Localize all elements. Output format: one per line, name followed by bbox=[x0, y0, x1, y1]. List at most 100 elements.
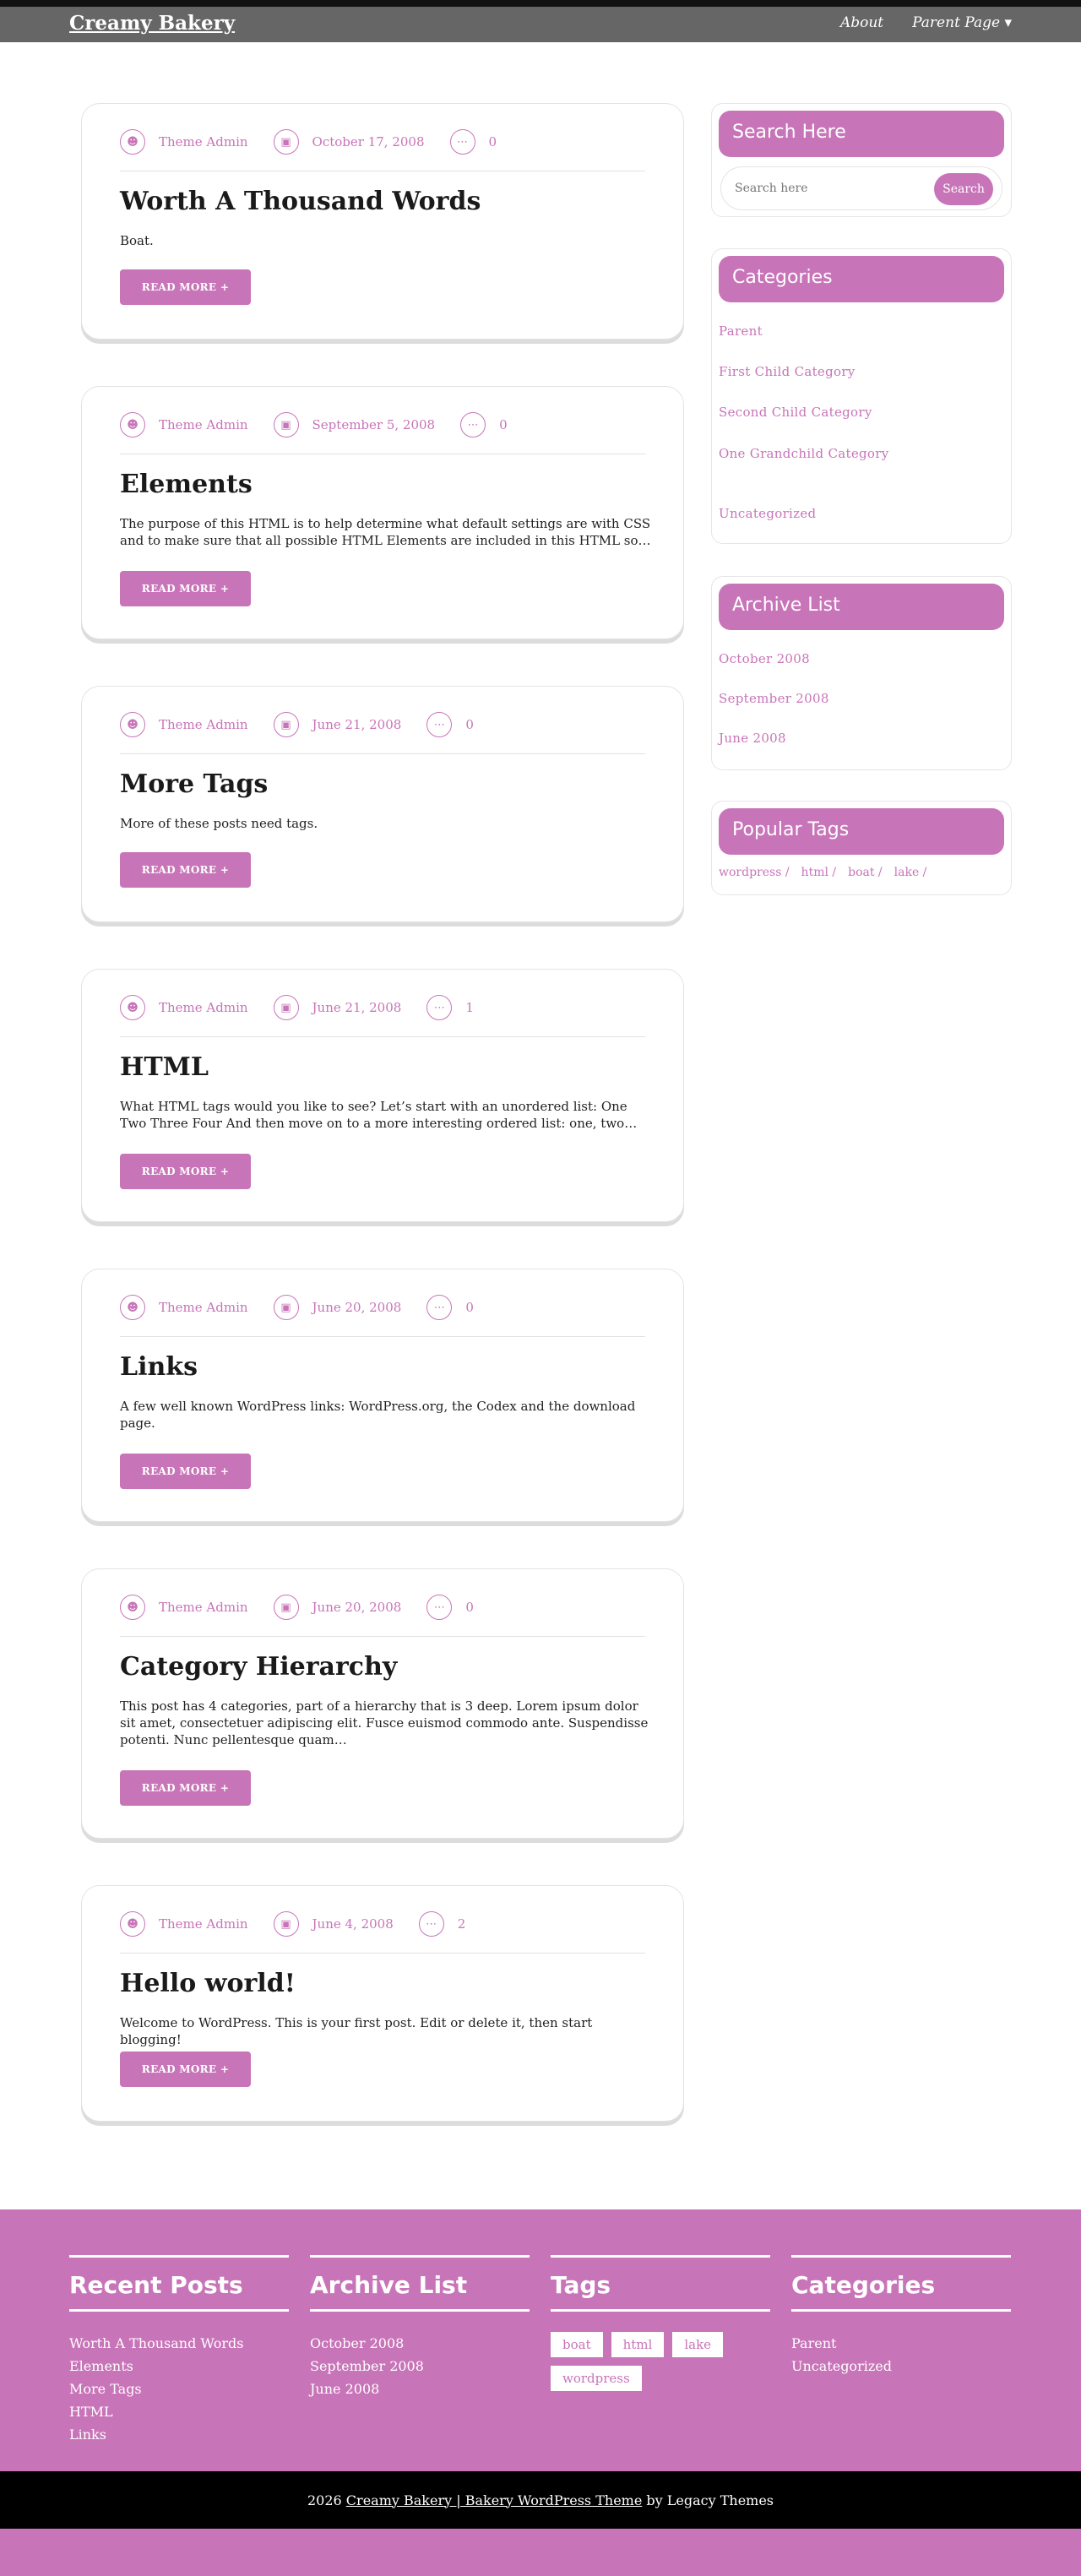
post-title[interactable]: HTML bbox=[120, 1052, 209, 1082]
read-more-button[interactable]: READ MORE + bbox=[120, 852, 251, 888]
post-card: ☻ Theme Admin ▣ June 4, 2008 ⋯ 2 Hello world! W… bbox=[81, 1885, 684, 2122]
post-date: ▣ June 4, 2008 bbox=[273, 1911, 394, 1937]
post-meta: ☻ Theme Admin ▣ June 21, 2008 ⋯ 0 bbox=[120, 712, 645, 754]
date-link[interactable]: June 4, 2008 bbox=[312, 1916, 394, 1932]
category-link[interactable]: One Grandchild Category bbox=[719, 446, 889, 461]
user-icon: ☻ bbox=[120, 1595, 145, 1620]
tag-link[interactable]: lake / bbox=[894, 866, 927, 879]
search-button[interactable]: Search bbox=[934, 173, 993, 205]
divider bbox=[551, 2255, 770, 2258]
post-comments: ⋯ 0 bbox=[449, 129, 497, 155]
footer-link[interactable]: More Tags bbox=[69, 2378, 289, 2400]
date-link[interactable]: September 5, 2008 bbox=[312, 417, 436, 432]
divider bbox=[69, 2309, 289, 2312]
date-link[interactable]: June 20, 2008 bbox=[312, 1600, 402, 1615]
post-author: ☻ Theme Admin bbox=[120, 712, 248, 737]
post-title[interactable]: Elements bbox=[120, 470, 253, 499]
author-link[interactable]: Theme Admin bbox=[159, 1000, 248, 1015]
archive-link[interactable]: June 2008 bbox=[719, 731, 786, 746]
user-icon: ☻ bbox=[120, 129, 145, 155]
read-more-button[interactable]: READ MORE + bbox=[120, 2052, 251, 2087]
footer-link[interactable]: Parent bbox=[791, 2332, 1011, 2355]
post-title[interactable]: Links bbox=[120, 1352, 198, 1382]
theme-link[interactable]: Creamy Bakery | Bakery WordPress Theme bbox=[346, 2492, 643, 2508]
post-comments: ⋯ 1 bbox=[426, 995, 474, 1020]
date-link[interactable]: June 20, 2008 bbox=[312, 1300, 402, 1315]
footer-heading: Archive List bbox=[310, 2271, 468, 2299]
footer-link[interactable]: Links bbox=[69, 2423, 289, 2446]
post-meta: ☻ Theme Admin ▣ October 17, 2008 ⋯ 0 bbox=[120, 129, 645, 171]
tag-link[interactable]: wordpress / bbox=[719, 866, 790, 879]
comments-link[interactable]: 0 bbox=[465, 717, 474, 732]
archive-link[interactable]: September 2008 bbox=[719, 691, 829, 706]
date-link[interactable]: June 21, 2008 bbox=[312, 717, 402, 732]
post-author: ☻ Theme Admin bbox=[120, 995, 248, 1020]
post-card: ☻ Theme Admin ▣ June 21, 2008 ⋯ 1 HTML What HTM… bbox=[81, 969, 684, 1222]
post-excerpt: Welcome to WordPress. This is your first… bbox=[120, 2015, 593, 2047]
footer-link[interactable]: Elements bbox=[69, 2355, 289, 2378]
site-brand-link[interactable]: Creamy Bakery bbox=[69, 12, 235, 35]
calendar-icon: ▣ bbox=[273, 712, 299, 737]
footer-tag[interactable]: lake bbox=[672, 2332, 724, 2357]
calendar-icon: ▣ bbox=[273, 1295, 299, 1320]
site-header: Creamy Bakery About Parent Page ▾ bbox=[0, 7, 1081, 42]
post-author: ☻ Theme Admin bbox=[120, 1595, 248, 1620]
comments-link[interactable]: 0 bbox=[499, 417, 508, 432]
comments-link[interactable]: 0 bbox=[489, 134, 497, 149]
tag-link[interactable]: boat / bbox=[848, 866, 883, 879]
author-link[interactable]: Theme Admin bbox=[159, 1916, 248, 1932]
footer-link[interactable]: September 2008 bbox=[310, 2355, 530, 2378]
comments-link[interactable]: 2 bbox=[458, 1916, 466, 1932]
footer-tag[interactable]: html bbox=[611, 2332, 665, 2357]
author-link[interactable]: Theme Admin bbox=[159, 1600, 248, 1615]
read-more-button[interactable]: READ MORE + bbox=[120, 1770, 251, 1806]
comment-icon: ⋯ bbox=[426, 1595, 453, 1620]
footer-link[interactable]: June 2008 bbox=[310, 2378, 530, 2400]
nav-parent-page[interactable]: Parent Page ▾ bbox=[912, 14, 1012, 31]
archive-link[interactable]: October 2008 bbox=[719, 651, 810, 666]
post-card: ☻ Theme Admin ▣ June 20, 2008 ⋯ 0 Links A few w… bbox=[81, 1269, 684, 1522]
date-link[interactable]: June 21, 2008 bbox=[312, 1000, 402, 1015]
post-excerpt: Boat. bbox=[120, 233, 154, 248]
post-excerpt: A few well known WordPress links: WordPr… bbox=[120, 1399, 636, 1431]
divider bbox=[69, 2255, 289, 2258]
search-input[interactable] bbox=[735, 177, 929, 199]
author-link[interactable]: Theme Admin bbox=[159, 417, 248, 432]
post-comments: ⋯ 0 bbox=[426, 712, 474, 737]
footer-tag[interactable]: wordpress bbox=[551, 2366, 642, 2391]
category-link[interactable]: First Child Category bbox=[719, 364, 856, 379]
post-title[interactable]: More Tags bbox=[120, 769, 268, 799]
footer-tag-cloud: boat html lake wordpress bbox=[551, 2332, 753, 2391]
post-title[interactable]: Category Hierarchy bbox=[120, 1652, 397, 1682]
category-link[interactable]: Second Child Category bbox=[719, 405, 872, 420]
site-footer: Recent Posts Worth A Thousand Words Elem… bbox=[0, 2209, 1081, 2471]
read-more-button[interactable]: READ MORE + bbox=[120, 1454, 251, 1489]
author-link[interactable]: Theme Admin bbox=[159, 717, 248, 732]
date-link[interactable]: October 17, 2008 bbox=[312, 134, 425, 149]
read-more-button[interactable]: READ MORE + bbox=[120, 571, 251, 606]
comments-link[interactable]: 1 bbox=[465, 1000, 474, 1015]
footer-tag[interactable]: boat bbox=[551, 2332, 603, 2357]
comments-link[interactable]: 0 bbox=[465, 1600, 474, 1615]
author-link[interactable]: Theme Admin bbox=[159, 134, 248, 149]
comment-icon: ⋯ bbox=[460, 412, 486, 437]
archive-widget: Archive List October 2008 September 2008… bbox=[711, 576, 1012, 770]
footer-link[interactable]: October 2008 bbox=[310, 2332, 530, 2355]
read-more-button[interactable]: READ MORE + bbox=[120, 269, 251, 305]
nav-about[interactable]: About bbox=[840, 14, 883, 31]
post-title[interactable]: Hello world! bbox=[120, 1969, 296, 1998]
author-link[interactable]: Theme Admin bbox=[159, 1300, 248, 1315]
divider bbox=[310, 2255, 530, 2258]
calendar-icon: ▣ bbox=[273, 412, 299, 437]
read-more-button[interactable]: READ MORE + bbox=[120, 1154, 251, 1189]
tag-link[interactable]: html / bbox=[801, 866, 837, 879]
category-link[interactable]: Uncategorized bbox=[719, 506, 816, 521]
category-link[interactable]: Parent bbox=[719, 323, 763, 339]
calendar-icon: ▣ bbox=[273, 1595, 299, 1620]
footer-link[interactable]: HTML bbox=[69, 2400, 289, 2423]
footer-link[interactable]: Uncategorized bbox=[791, 2355, 1011, 2378]
footer-link[interactable]: Worth A Thousand Words bbox=[69, 2332, 289, 2355]
divider bbox=[791, 2309, 1011, 2312]
post-title[interactable]: Worth A Thousand Words bbox=[120, 187, 481, 216]
comments-link[interactable]: 0 bbox=[465, 1300, 474, 1315]
